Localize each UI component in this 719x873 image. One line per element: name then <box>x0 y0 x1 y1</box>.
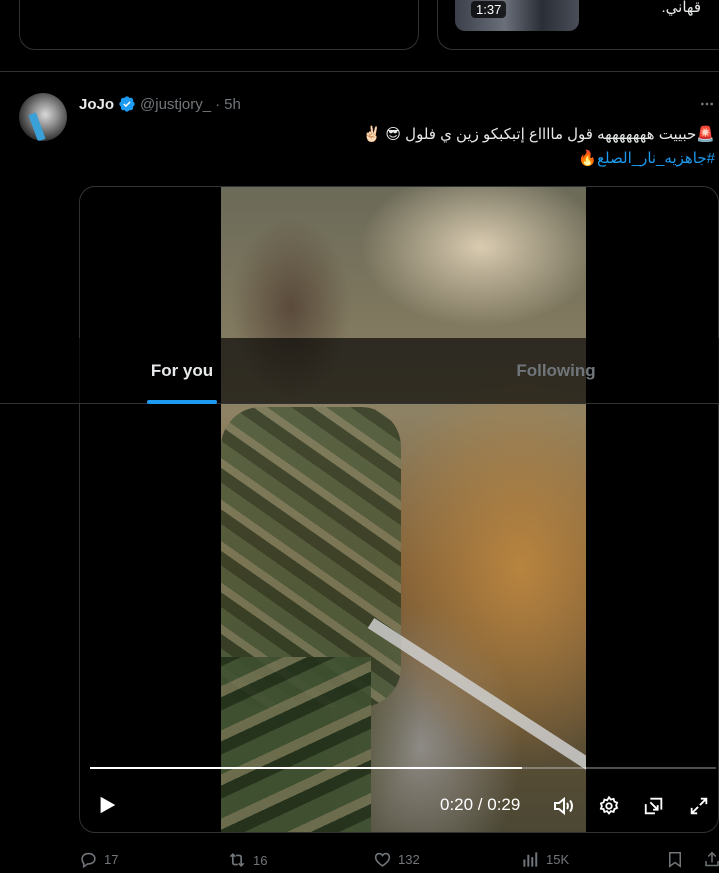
video-frame[interactable] <box>221 187 586 832</box>
video-time-readout: 0:20 / 0:29 <box>440 795 521 814</box>
tweet-header: JoJo @justjory_ · 5h <box>79 95 241 113</box>
video-player[interactable]: 0:20 / 0:29 <box>79 186 719 833</box>
user-handle[interactable]: @justjory_ <box>140 96 211 113</box>
volume-icon[interactable] <box>550 793 576 819</box>
bookmark-icon <box>666 850 684 869</box>
active-tab-indicator <box>147 400 217 404</box>
tweet-actions: 17 16 132 15K <box>79 850 719 873</box>
bookmark-button[interactable] <box>666 850 684 869</box>
video-content-shape <box>367 617 586 770</box>
previous-tweet-card-left[interactable] <box>19 0 419 50</box>
tab-for-you[interactable]: For you <box>147 338 217 404</box>
previous-video-duration: 1:37 <box>471 1 507 18</box>
reply-count: 17 <box>104 852 119 867</box>
like-count: 132 <box>398 852 420 867</box>
picture-in-picture-icon[interactable] <box>641 793 667 819</box>
tweet-text: 🚨حبييت هههههههه قول مااااع إتبكبكو زين ي… <box>95 123 715 171</box>
tab-following[interactable]: Following <box>510 338 602 404</box>
repost-count: 16 <box>253 852 268 868</box>
video-content-shape <box>221 657 371 832</box>
timeline-tabs-overlay: For you Following <box>0 338 719 404</box>
display-name[interactable]: JoJo <box>79 96 114 113</box>
more-options-icon[interactable] <box>699 96 715 112</box>
video-progress-fill <box>90 767 522 769</box>
previous-video-thumbnail[interactable]: 1:37 <box>455 0 579 31</box>
repost-icon <box>227 850 247 870</box>
tweet-timestamp[interactable]: 5h <box>224 96 241 113</box>
video-progress-bar[interactable] <box>90 767 716 769</box>
play-button[interactable] <box>94 792 120 818</box>
tweet-divider <box>0 71 719 72</box>
avatar[interactable] <box>19 93 67 141</box>
repost-button[interactable]: 16 <box>227 850 267 870</box>
share-button[interactable] <box>703 850 719 869</box>
reply-button[interactable]: 17 <box>79 850 118 869</box>
tweet-text-line: 🚨حبييت هههههههه قول مااااع إتبكبكو زين ي… <box>362 126 715 143</box>
separator-dot: · <box>215 95 221 113</box>
fullscreen-icon[interactable] <box>686 793 712 819</box>
settings-gear-icon[interactable] <box>596 793 622 819</box>
like-button[interactable]: 132 <box>373 850 420 869</box>
views-count: 15K <box>546 852 570 867</box>
verified-badge-icon <box>118 95 136 113</box>
views-button[interactable]: 15K <box>521 850 569 869</box>
share-icon <box>703 850 719 869</box>
heart-icon <box>373 850 392 869</box>
previous-tweet-text: قهاني. <box>661 0 702 16</box>
reply-icon <box>79 850 98 869</box>
views-chart-icon <box>521 850 540 869</box>
hashtag-link[interactable]: #جاهزيه_نار_الصلع🔥 <box>95 147 715 171</box>
